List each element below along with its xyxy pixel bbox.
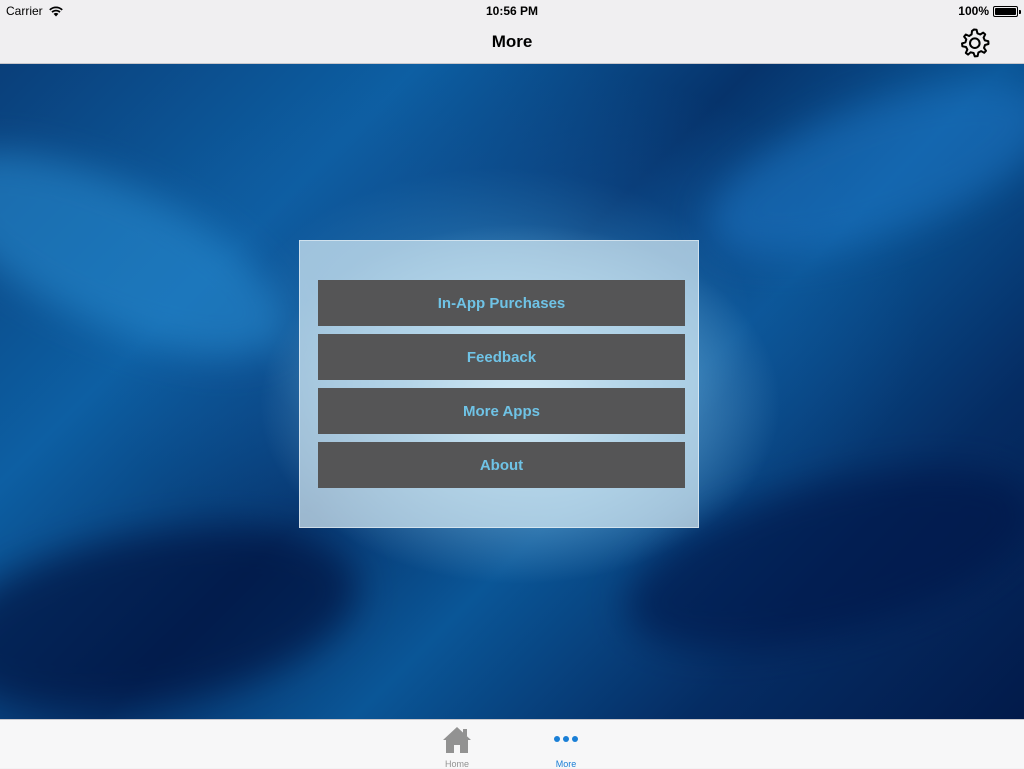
feedback-button[interactable]: Feedback: [318, 334, 685, 380]
battery-fill: [995, 7, 1016, 15]
background-streak: [0, 110, 312, 398]
background-streak: [688, 64, 1024, 292]
battery-tip: [1019, 9, 1021, 14]
menu-panel: In-App Purchases Feedback More Apps Abou…: [299, 240, 699, 528]
in-app-purchases-button[interactable]: In-App Purchases: [318, 280, 685, 326]
home-icon: [443, 727, 471, 753]
tab-more[interactable]: More: [531, 720, 601, 769]
status-right: 100%: [958, 4, 1021, 18]
tab-more-icon-wrap: [551, 725, 581, 755]
tab-bar: Home More: [0, 719, 1024, 769]
battery-icon: [993, 5, 1021, 17]
battery-percent: 100%: [958, 4, 989, 18]
navigation-bar: More: [0, 22, 1024, 64]
background-area: In-App Purchases Feedback More Apps Abou…: [0, 64, 1024, 719]
tab-home-icon-wrap: [441, 725, 473, 755]
status-bar: Carrier 10:56 PM 100%: [0, 0, 1024, 22]
gear-icon: [961, 28, 990, 58]
about-button[interactable]: About: [318, 442, 685, 488]
status-time: 10:56 PM: [485, 4, 539, 18]
background-streak: [0, 498, 372, 719]
tab-home[interactable]: Home: [422, 720, 492, 769]
page-title: More: [491, 32, 533, 51]
settings-button[interactable]: [956, 25, 992, 61]
more-dots-icon: [554, 736, 578, 742]
more-apps-button[interactable]: More Apps: [318, 388, 685, 434]
